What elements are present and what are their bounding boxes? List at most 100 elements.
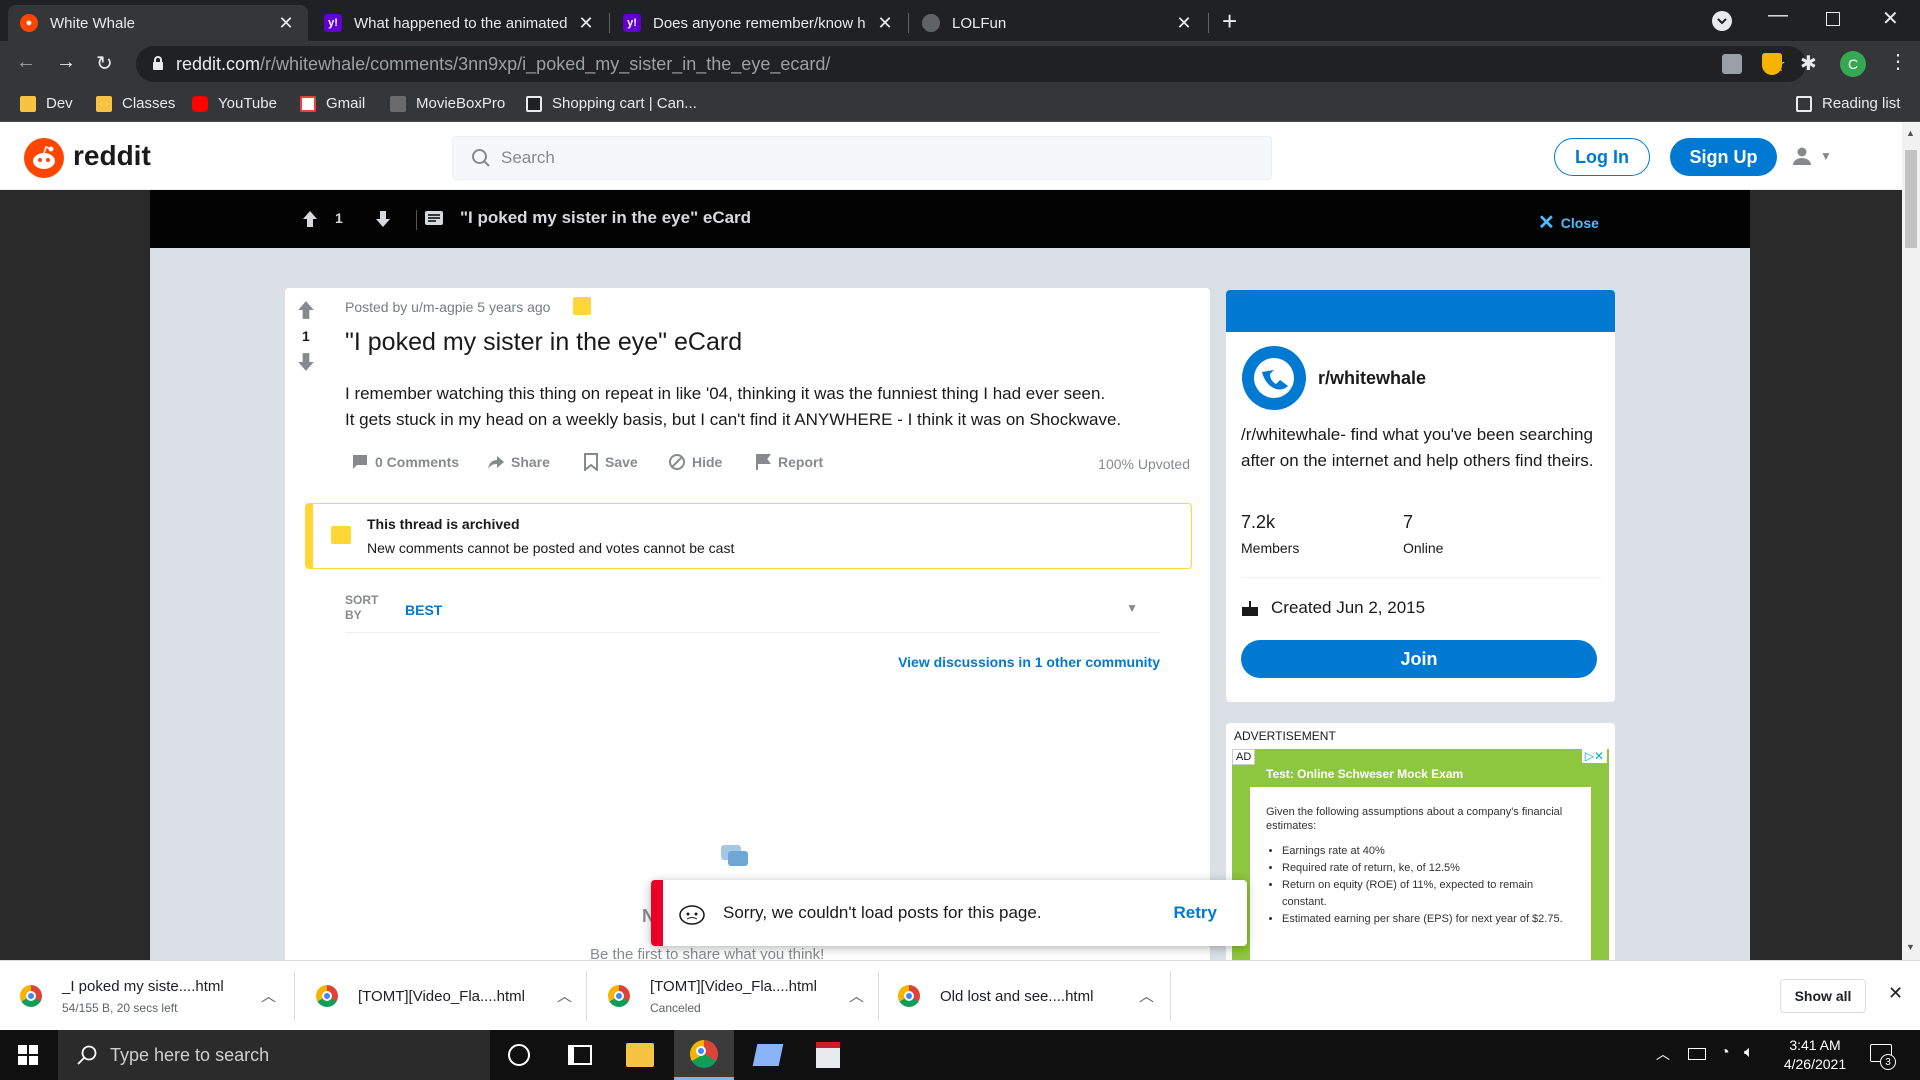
community-name[interactable]: r/whitewhale [1318, 368, 1426, 389]
ad-choices-icon[interactable]: ▷✕ [1581, 749, 1607, 763]
chrome-file-icon [898, 985, 920, 1007]
reddit-header: reddit Search Log In Sign Up ▼ [0, 122, 1902, 190]
chrome-file-icon [608, 985, 630, 1007]
downvote-icon[interactable] [375, 210, 391, 228]
post-title[interactable]: "I poked my sister in the eye" eCard [345, 328, 742, 357]
tab-divider [908, 13, 909, 33]
taskbar-chrome-button[interactable] [674, 1030, 734, 1080]
bookmark-shopping-cart[interactable]: Shopping cart | Can... [526, 95, 697, 112]
download-item[interactable]: Old lost and see....html ︿ [898, 961, 1154, 1031]
signup-button[interactable]: Sign Up [1670, 138, 1777, 176]
community-avatar[interactable] [1242, 346, 1306, 410]
reddit-logo-icon[interactable] [24, 138, 64, 178]
close-tab-icon[interactable]: ✕ [576, 13, 596, 34]
comments-button[interactable]: 0 Comments [351, 453, 459, 471]
profile-avatar[interactable]: C [1840, 51, 1866, 77]
upvote-icon[interactable] [297, 300, 315, 320]
join-button[interactable]: Join [1241, 640, 1597, 678]
download-item[interactable]: _I poked my siste....html 54/155 B, 20 s… [20, 961, 276, 1031]
snoo-error-icon [677, 899, 707, 927]
task-view-icon[interactable] [568, 1045, 592, 1065]
scroll-up-icon[interactable]: ▲ [1906, 128, 1915, 138]
downloads-shelf: _I poked my siste....html 54/155 B, 20 s… [0, 960, 1920, 1030]
movieboxpro-icon [390, 95, 406, 112]
hide-button[interactable]: Hide [668, 453, 722, 471]
user-dropdown[interactable]: ▼ [1792, 146, 1832, 166]
tab-does-anyone-remember[interactable]: y! Does anyone remember/know h ✕ [611, 5, 907, 41]
report-button[interactable]: Report [754, 453, 823, 471]
tab-lolfun[interactable]: LOLFun ✕ [910, 5, 1206, 41]
windows-start-icon[interactable] [18, 1045, 38, 1065]
upvote-icon[interactable] [302, 210, 318, 228]
login-button[interactable]: Log In [1554, 138, 1650, 176]
hide-icon [669, 454, 685, 470]
close-tab-icon[interactable]: ✕ [875, 13, 895, 34]
scroll-down-icon[interactable]: ▼ [1906, 942, 1915, 952]
reload-icon[interactable]: ↻ [96, 51, 113, 76]
reading-list-button[interactable]: Reading list [1796, 95, 1900, 112]
taskbar-clock[interactable]: 3:41 AM 4/26/2021 [1770, 1036, 1860, 1074]
cortana-icon[interactable] [508, 1044, 530, 1066]
ad-intro: Given the following assumptions about a … [1266, 806, 1563, 832]
taskbar-search-input[interactable]: Type here to search [58, 1030, 490, 1080]
downvote-icon[interactable] [297, 352, 315, 372]
post-top-bar: 1 "I poked my sister in the eye" eCard ✕… [150, 190, 1750, 248]
download-item[interactable]: [TOMT][Video_Fla....html ︿ [316, 961, 572, 1031]
chevron-up-icon[interactable]: ︿ [557, 985, 572, 1006]
community-banner [1226, 290, 1615, 332]
sort-dropdown[interactable]: SORT BY BEST ▼ [345, 593, 1160, 633]
app-notebook-icon[interactable] [752, 1044, 784, 1066]
volume-icon[interactable]: 🔈︎ [1744, 1044, 1754, 1062]
extension-shield-icon[interactable] [1762, 53, 1782, 75]
show-hidden-icons-chevron-icon[interactable]: ︿ [1656, 1044, 1670, 1064]
tab-animated[interactable]: y! What happened to the animated ✕ [312, 5, 608, 41]
reddit-wordmark[interactable]: reddit [73, 140, 151, 172]
close-downloads-icon[interactable]: ✕ [1888, 983, 1903, 1004]
search-icon [76, 1044, 98, 1066]
chevron-up-icon[interactable]: ︿ [1139, 985, 1154, 1006]
scrollbar-thumb[interactable] [1905, 150, 1917, 248]
bookmark-movieboxpro[interactable]: MovieBoxPro [390, 95, 505, 112]
retry-button[interactable]: Retry [1174, 903, 1217, 923]
back-icon[interactable]: ← [16, 51, 36, 74]
wifi-icon[interactable]: ◔ [1720, 1044, 1730, 1062]
tab-white-whale[interactable]: ● White Whale ✕ [8, 5, 308, 41]
browser-tab-bar: ● White Whale ✕ y! What happened to the … [0, 0, 1920, 41]
reddit-search-input[interactable]: Search [452, 136, 1272, 180]
view-discussions-link[interactable]: View discussions in 1 other community [898, 654, 1160, 670]
show-all-button[interactable]: Show all [1780, 979, 1866, 1013]
divider [1241, 577, 1601, 578]
chrome-menu-icon[interactable]: ⋮ [1888, 49, 1908, 74]
bookmark-classes[interactable]: Classes [96, 95, 175, 112]
user-icon [1793, 147, 1811, 165]
app-editor-icon[interactable] [816, 1042, 840, 1068]
bookmark-gmail[interactable]: Gmail [300, 95, 365, 112]
bookmark-dev[interactable]: Dev [20, 95, 73, 112]
restore-icon[interactable] [1826, 12, 1840, 26]
chevron-up-icon[interactable]: ︿ [849, 985, 864, 1006]
address-bar[interactable]: reddit.com/r/whitewhale/comments/3nn9xp/… [136, 46, 1806, 82]
page-scrollbar[interactable]: ▲ ▼ [1902, 122, 1920, 960]
close-tab-icon[interactable]: ✕ [1174, 13, 1194, 34]
close-post-button[interactable]: ✕ Close [1538, 210, 1599, 235]
close-tab-icon[interactable]: ✕ [276, 13, 296, 34]
forward-icon[interactable]: → [56, 51, 76, 74]
file-explorer-icon[interactable] [626, 1043, 654, 1067]
close-window-icon[interactable]: ✕ [1882, 6, 1899, 31]
bookmark-youtube[interactable]: YouTube [192, 95, 277, 112]
ad-creative[interactable]: AD ▷✕ Test: Online Schweser Mock Exam Gi… [1232, 749, 1609, 960]
tab-search-icon[interactable] [1712, 11, 1732, 31]
download-item[interactable]: [TOMT][Video_Fla....html Canceled ︿ [608, 961, 864, 1031]
battery-icon[interactable] [1688, 1048, 1706, 1060]
members-label: Members [1241, 540, 1300, 556]
yahoo-favicon-icon: y! [623, 14, 641, 32]
download-filename: Old lost and see....html [940, 987, 1094, 1005]
save-button[interactable]: Save [583, 453, 638, 471]
chevron-up-icon[interactable]: ︿ [261, 985, 276, 1006]
new-tab-icon[interactable]: + [1222, 6, 1237, 37]
extensions-puzzle-icon[interactable]: ✱ [1800, 51, 1817, 76]
share-button[interactable]: Share [487, 453, 550, 471]
minimize-icon[interactable]: — [1768, 4, 1788, 27]
share-icon [488, 456, 504, 469]
extension-1-icon[interactable] [1722, 54, 1742, 74]
